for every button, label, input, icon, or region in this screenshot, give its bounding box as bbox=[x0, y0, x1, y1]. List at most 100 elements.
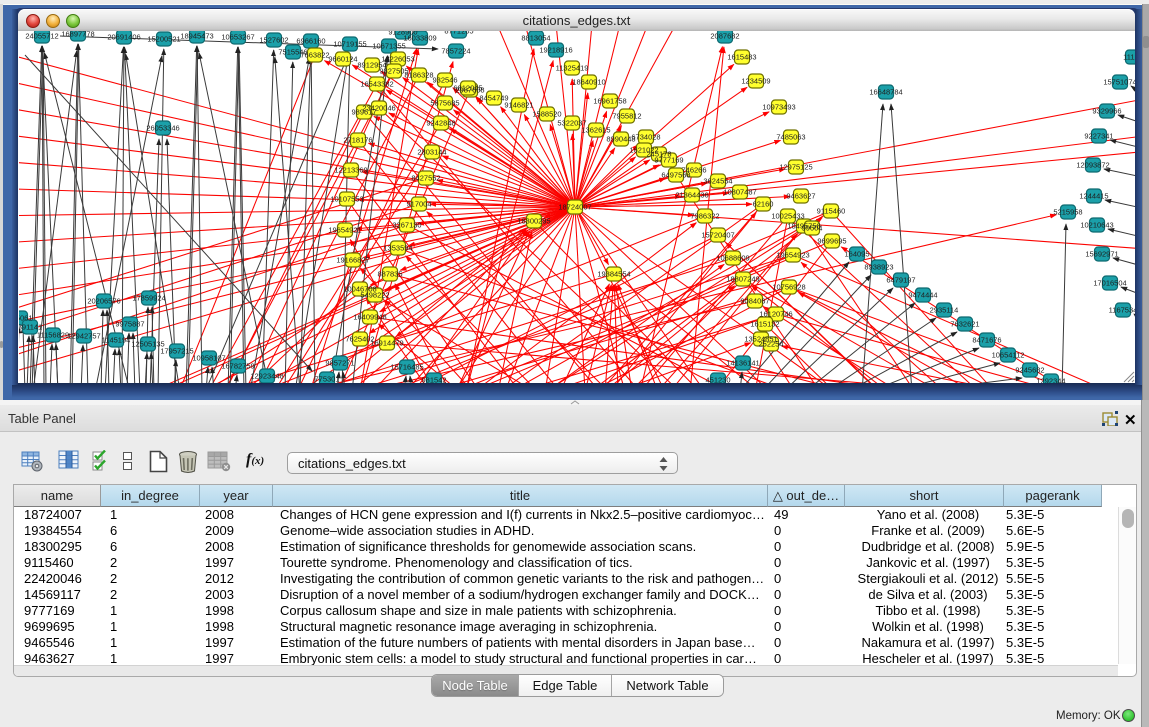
svg-text:10210643: 10210643 bbox=[1080, 221, 1113, 230]
svg-text:15716485: 15716485 bbox=[390, 363, 423, 372]
svg-text:9329966: 9329966 bbox=[1092, 107, 1121, 116]
svg-text:12093872: 12093872 bbox=[1076, 161, 1109, 170]
svg-text:8471676: 8471676 bbox=[972, 336, 1001, 345]
svg-text:10719155: 10719155 bbox=[333, 40, 366, 49]
svg-text:10107553: 10107553 bbox=[330, 195, 363, 204]
svg-text:19166827: 19166827 bbox=[336, 256, 369, 265]
svg-text:10973493: 10973493 bbox=[762, 103, 795, 112]
svg-text:16648784: 16648784 bbox=[869, 88, 902, 97]
svg-text:8938923: 8938923 bbox=[864, 263, 893, 272]
svg-text:917004: 917004 bbox=[406, 200, 431, 209]
svg-text:7986322: 7986322 bbox=[690, 212, 719, 221]
svg-text:9115460: 9115460 bbox=[817, 207, 846, 216]
svg-text:2935114: 2935114 bbox=[930, 306, 959, 315]
svg-text:16409948: 16409948 bbox=[353, 313, 386, 322]
svg-text:164095: 164095 bbox=[844, 250, 869, 259]
svg-text:18300295: 18300295 bbox=[517, 217, 550, 226]
svg-text:9242848: 9242848 bbox=[426, 119, 455, 128]
svg-text:12975125: 12975125 bbox=[779, 163, 812, 172]
svg-text:14136141: 14136141 bbox=[726, 359, 759, 368]
svg-text:10807487: 10807487 bbox=[723, 188, 756, 197]
svg-text:16782759: 16782759 bbox=[221, 362, 254, 371]
svg-text:11156829: 11156829 bbox=[37, 331, 69, 340]
svg-text:9777169: 9777169 bbox=[654, 156, 683, 165]
svg-text:1615483: 1615483 bbox=[727, 53, 756, 62]
svg-text:10654112: 10654112 bbox=[992, 351, 1025, 360]
svg-text:17016504: 17016504 bbox=[1093, 279, 1126, 288]
svg-text:3624554: 3624554 bbox=[703, 177, 732, 186]
svg-text:12213369: 12213369 bbox=[334, 166, 367, 175]
svg-text:981542: 981542 bbox=[421, 376, 446, 384]
svg-text:1244415: 1244415 bbox=[1079, 192, 1108, 201]
svg-text:9146821: 9146821 bbox=[504, 101, 533, 110]
svg-text:8813054: 8813054 bbox=[521, 34, 550, 43]
svg-text:10025433: 10025433 bbox=[771, 212, 804, 221]
svg-text:5875685: 5875685 bbox=[430, 99, 459, 108]
svg-text:15751074: 15751074 bbox=[1103, 78, 1135, 87]
svg-text:20691406: 20691406 bbox=[107, 33, 140, 42]
svg-text:10756928: 10756928 bbox=[772, 283, 805, 292]
svg-text:3267130: 3267130 bbox=[392, 221, 421, 230]
svg-text:15692971: 15692971 bbox=[1085, 250, 1118, 259]
svg-text:1615132: 1615132 bbox=[750, 320, 779, 329]
svg-text:9245682: 9245682 bbox=[1015, 366, 1044, 375]
svg-text:16120746: 16120746 bbox=[759, 310, 792, 319]
svg-text:99604: 99604 bbox=[802, 224, 823, 233]
svg-text:7663822: 7663822 bbox=[300, 51, 329, 60]
svg-text:20206576: 20206576 bbox=[87, 297, 120, 306]
svg-text:252254: 252254 bbox=[758, 340, 783, 349]
svg-text:1234509: 1234509 bbox=[741, 77, 770, 86]
svg-text:19384554: 19384554 bbox=[597, 270, 630, 279]
svg-text:11121: 11121 bbox=[1123, 53, 1135, 62]
svg-text:451230: 451230 bbox=[705, 376, 730, 384]
svg-text:1167534: 1167534 bbox=[1109, 306, 1135, 315]
svg-text:5498222: 5498222 bbox=[360, 291, 389, 300]
svg-text:9857271: 9857271 bbox=[325, 359, 354, 368]
svg-text:62160: 62160 bbox=[753, 200, 774, 209]
svg-text:6734028: 6734028 bbox=[631, 133, 660, 142]
svg-text:11325419: 11325419 bbox=[556, 64, 589, 73]
svg-text:9474444: 9474444 bbox=[908, 291, 937, 300]
svg-text:1145194: 1145194 bbox=[102, 336, 131, 345]
svg-text:1362615: 1362615 bbox=[581, 126, 610, 135]
svg-text:10688609: 10688609 bbox=[716, 254, 749, 263]
svg-text:16914479: 16914479 bbox=[370, 339, 403, 348]
svg-text:18724007: 18724007 bbox=[558, 203, 591, 212]
svg-text:8427552: 8427552 bbox=[411, 174, 440, 183]
svg-text:12942757: 12942757 bbox=[67, 332, 100, 341]
svg-text:6479197: 6479197 bbox=[886, 276, 915, 285]
svg-text:989617: 989617 bbox=[351, 108, 376, 117]
svg-text:887835: 887835 bbox=[377, 270, 402, 279]
svg-text:9227341: 9227341 bbox=[1084, 132, 1113, 141]
svg-text:1353594: 1353594 bbox=[383, 244, 412, 253]
svg-text:18807249: 18807249 bbox=[726, 275, 759, 284]
svg-text:24055712: 24055712 bbox=[25, 32, 58, 41]
svg-text:17957215: 17957215 bbox=[160, 347, 193, 356]
svg-text:8771205: 8771205 bbox=[444, 31, 473, 36]
svg-text:19218916: 19218916 bbox=[539, 46, 572, 55]
svg-text:18945473: 18945473 bbox=[180, 32, 213, 41]
svg-text:12923448: 12923448 bbox=[250, 372, 283, 381]
svg-text:2803144: 2803144 bbox=[417, 148, 446, 157]
svg-text:15720407: 15720407 bbox=[701, 231, 734, 240]
svg-text:19654923: 19654923 bbox=[776, 251, 809, 260]
svg-text:7632621: 7632621 bbox=[950, 320, 979, 329]
svg-text:9975887: 9975887 bbox=[115, 320, 144, 329]
svg-text:18640910: 18640910 bbox=[572, 78, 605, 87]
svg-text:8186328: 8186328 bbox=[404, 71, 433, 80]
svg-text:10653267: 10653267 bbox=[221, 33, 254, 42]
svg-text:26053346: 26053346 bbox=[146, 124, 179, 133]
svg-text:9463627: 9463627 bbox=[786, 192, 815, 201]
svg-text:7955812: 7955812 bbox=[612, 112, 641, 121]
svg-text:2087682: 2087682 bbox=[710, 32, 739, 41]
svg-text:19654921: 19654921 bbox=[328, 226, 361, 235]
svg-text:16961758: 16961758 bbox=[593, 97, 626, 106]
svg-text:10671355: 10671355 bbox=[372, 42, 405, 51]
svg-text:16543382: 16543382 bbox=[360, 80, 393, 89]
svg-text:2718176: 2718176 bbox=[343, 136, 372, 145]
svg-text:835061: 835061 bbox=[19, 314, 33, 323]
svg-text:16033809: 16033809 bbox=[403, 34, 436, 43]
svg-text:9699695: 9699695 bbox=[817, 237, 846, 246]
svg-text:9084067: 9084067 bbox=[740, 297, 769, 306]
svg-text:746266: 746266 bbox=[681, 166, 706, 175]
